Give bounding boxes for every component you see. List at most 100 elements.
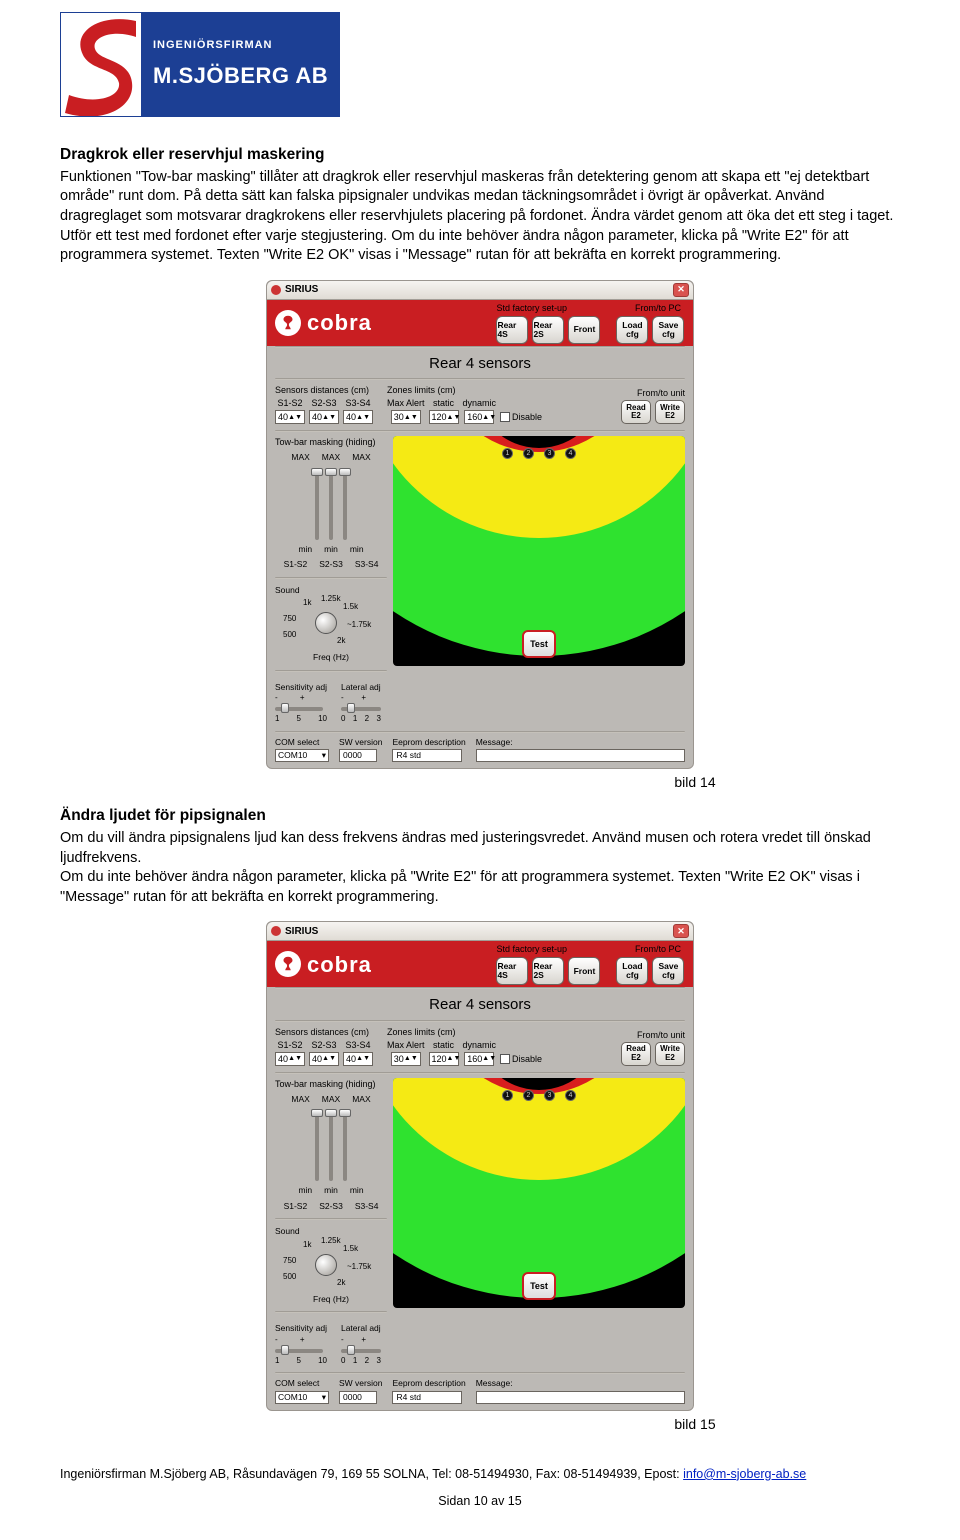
read-e2-button[interactable]: ReadE2 bbox=[621, 400, 651, 424]
company-logo: INGENIÖRSFIRMAN M.SJÖBERG AB bbox=[60, 12, 900, 117]
front-button[interactable]: Front bbox=[568, 957, 600, 985]
maxalert-input[interactable]: 30▲▼ bbox=[391, 1052, 421, 1066]
cobra-logo: cobra bbox=[275, 950, 372, 980]
freq-label: Freq (Hz) bbox=[275, 652, 387, 663]
radar-display: 1234 Test bbox=[393, 1078, 685, 1308]
close-button[interactable]: ✕ bbox=[673, 283, 689, 297]
footer-text: Ingeniörsfirman M.Sjöberg AB, Råsundaväg… bbox=[60, 1467, 683, 1481]
com-select[interactable]: COM10▾ bbox=[275, 1391, 329, 1404]
titlebar[interactable]: SIRIUS ✕ bbox=[267, 281, 693, 300]
sensor-4-icon: 4 bbox=[565, 1090, 576, 1101]
loadcfg-button[interactable]: Loadcfg bbox=[616, 957, 648, 985]
figure-caption-15: bild 15 bbox=[674, 1415, 715, 1434]
rear2s-button[interactable]: Rear 2S bbox=[532, 957, 564, 985]
app-icon bbox=[271, 926, 281, 936]
section2-body2: Om du inte behöver ändra någon parameter… bbox=[60, 868, 900, 907]
banner: cobra Std factory set-up From/to PC Rear … bbox=[267, 300, 693, 346]
sw-label: SW version bbox=[339, 737, 382, 748]
rear4s-button[interactable]: Rear 4S bbox=[496, 316, 528, 344]
s2s3-input[interactable]: 40▲▼ bbox=[309, 1052, 339, 1066]
mask-slider-3[interactable] bbox=[343, 1109, 347, 1181]
disable-checkbox[interactable] bbox=[500, 412, 510, 422]
s3s4-input[interactable]: 40▲▼ bbox=[343, 1052, 373, 1066]
write-e2-button[interactable]: WriteE2 bbox=[655, 1042, 685, 1066]
maxalert-input[interactable]: 30▲▼ bbox=[391, 410, 421, 424]
sensor-1-icon: 1 bbox=[502, 1090, 513, 1101]
loadcfg-button[interactable]: Loadcfg bbox=[616, 316, 648, 344]
banner-label-std: Std factory set-up bbox=[496, 302, 567, 314]
figure-caption-14: bild 14 bbox=[674, 773, 715, 792]
write-e2-button[interactable]: WriteE2 bbox=[655, 400, 685, 424]
test-button[interactable]: Test bbox=[522, 630, 556, 658]
status-bar: COM selectCOM10▾ SW version0000 Eeprom d… bbox=[267, 1374, 693, 1409]
titlebar[interactable]: SIRIUS ✕ bbox=[267, 922, 693, 941]
s1s2-input[interactable]: 40▲▼ bbox=[275, 410, 305, 424]
savecfg-button[interactable]: Savecfg bbox=[652, 316, 684, 344]
read-e2-button[interactable]: ReadE2 bbox=[621, 1042, 651, 1066]
cobra-icon bbox=[279, 955, 297, 973]
cobra-text: cobra bbox=[307, 950, 372, 980]
message-field bbox=[476, 1391, 685, 1404]
sw-field: 0000 bbox=[339, 1391, 377, 1404]
page-number: Sidan 10 av 15 bbox=[60, 1493, 900, 1510]
cobra-icon bbox=[279, 314, 297, 332]
mask-slider-2[interactable] bbox=[329, 1109, 333, 1181]
sensor-2-icon: 2 bbox=[523, 1090, 534, 1101]
sw-field: 0000 bbox=[339, 749, 377, 762]
dynamic-input[interactable]: 160▲▼ bbox=[464, 410, 494, 424]
radar-display: 1234 Test bbox=[393, 436, 685, 666]
section2-body1: Om du vill ändra pipsignalens ljud kan d… bbox=[60, 829, 900, 868]
eeprom-label: Eeprom description bbox=[392, 737, 465, 748]
dist-group-label: Sensors distances (cm) bbox=[275, 384, 373, 396]
sensitivity-label: Sensitivity adj bbox=[275, 682, 327, 693]
status-bar: COM selectCOM10▾ SW version0000 Eeprom d… bbox=[267, 733, 693, 768]
lateral-label: Lateral adj bbox=[341, 682, 381, 693]
rear2s-button[interactable]: Rear 2S bbox=[532, 316, 564, 344]
disable-checkbox[interactable] bbox=[500, 1054, 510, 1064]
sensor-2-icon: 2 bbox=[523, 448, 534, 459]
lateral-slider[interactable] bbox=[341, 1349, 381, 1353]
message-label: Message: bbox=[476, 737, 685, 748]
sensitivity-slider[interactable] bbox=[275, 707, 323, 711]
test-button[interactable]: Test bbox=[522, 1272, 556, 1300]
mask-slider-2[interactable] bbox=[329, 468, 333, 540]
config-title: Rear 4 sensors bbox=[267, 348, 693, 378]
sensitivity-slider[interactable] bbox=[275, 1349, 323, 1353]
sensor-3-icon: 3 bbox=[544, 1090, 555, 1101]
banner: cobra Std factory set-upFrom/to PC Rear … bbox=[267, 941, 693, 987]
s3s4-input[interactable]: 40▲▼ bbox=[343, 410, 373, 424]
s1s2-input[interactable]: 40▲▼ bbox=[275, 1052, 305, 1066]
front-button[interactable]: Front bbox=[568, 316, 600, 344]
cobra-logo: cobra bbox=[275, 308, 372, 338]
sensor-4-icon: 4 bbox=[565, 448, 576, 459]
sensor-1-icon: 1 bbox=[502, 448, 513, 459]
s-mark-icon bbox=[61, 13, 141, 117]
lateral-slider[interactable] bbox=[341, 707, 381, 711]
savecfg-button[interactable]: Savecfg bbox=[652, 957, 684, 985]
com-select[interactable]: COM10▾ bbox=[275, 749, 329, 762]
section1-heading: Dragkrok eller reservhjul maskering bbox=[60, 145, 900, 166]
zones-group-label: Zones limits (cm) bbox=[387, 384, 542, 396]
window-title: SIRIUS bbox=[285, 283, 318, 297]
freq-knob[interactable]: 1k 1.25k 1.5k ~1.75k 2k 750 500 bbox=[275, 596, 387, 652]
close-button[interactable]: ✕ bbox=[673, 924, 689, 938]
mask-slider-3[interactable] bbox=[343, 468, 347, 540]
section1-body: Funktionen "Tow-bar masking" tillåter at… bbox=[60, 168, 900, 266]
static-input[interactable]: 120▲▼ bbox=[429, 1052, 459, 1066]
dynamic-input[interactable]: 160▲▼ bbox=[464, 1052, 494, 1066]
section2-heading: Ändra ljudet för pipsignalen bbox=[60, 806, 900, 827]
mask-slider-1[interactable] bbox=[315, 468, 319, 540]
banner-label-pc: From/to PC bbox=[635, 302, 681, 314]
eeprom-field: R4 std bbox=[392, 1391, 462, 1404]
static-input[interactable]: 120▲▼ bbox=[429, 410, 459, 424]
sirius-app-window-2: SIRIUS ✕ cobra Std factory set-upFrom/to… bbox=[266, 921, 694, 1411]
towbar-label: Tow-bar masking (hiding) bbox=[275, 436, 387, 448]
message-field bbox=[476, 749, 685, 762]
mask-slider-1[interactable] bbox=[315, 1109, 319, 1181]
rear4s-button[interactable]: Rear 4S bbox=[496, 957, 528, 985]
com-label: COM select bbox=[275, 737, 329, 748]
freq-knob[interactable]: 1k 1.25k 1.5k ~1.75k 2k 750 500 bbox=[275, 1238, 387, 1294]
s2s3-input[interactable]: 40▲▼ bbox=[309, 410, 339, 424]
footer-email-link[interactable]: info@m-sjoberg-ab.se bbox=[683, 1467, 806, 1481]
config-title: Rear 4 sensors bbox=[267, 989, 693, 1019]
